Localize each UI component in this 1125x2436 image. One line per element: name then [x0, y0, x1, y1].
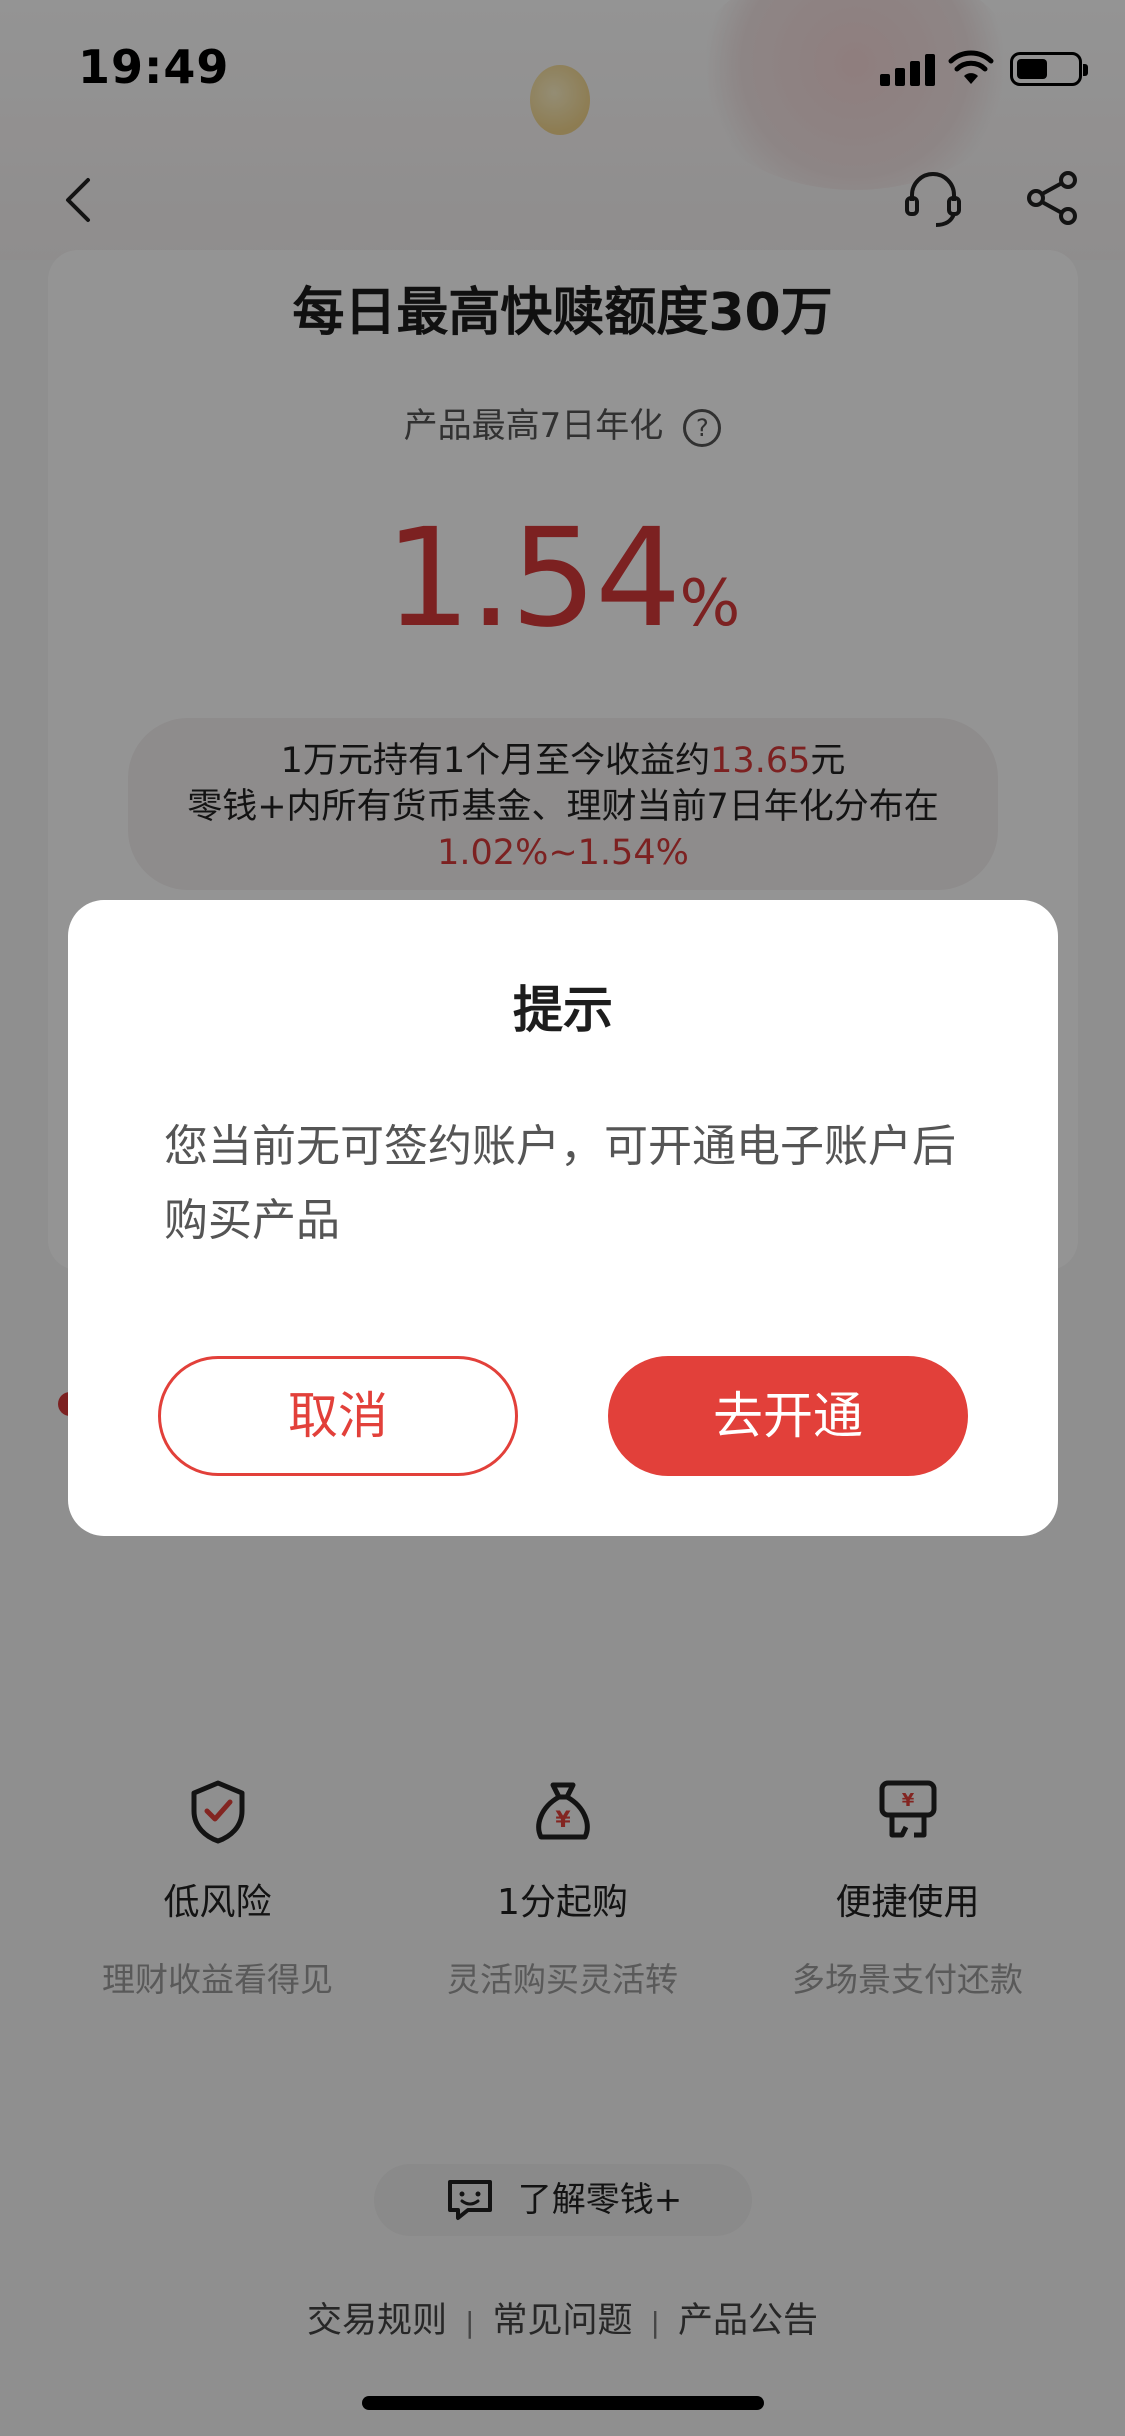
- cancel-button[interactable]: 取消: [158, 1356, 518, 1476]
- alert-dialog: 提示 您当前无可签约账户，可开通电子账户后购买产品 取消 去开通: [68, 900, 1058, 1536]
- open-account-button[interactable]: 去开通: [608, 1356, 968, 1476]
- dialog-title: 提示: [513, 981, 613, 1039]
- dialog-message: 您当前无可签约账户，可开通电子账户后购买产品: [164, 1121, 956, 1246]
